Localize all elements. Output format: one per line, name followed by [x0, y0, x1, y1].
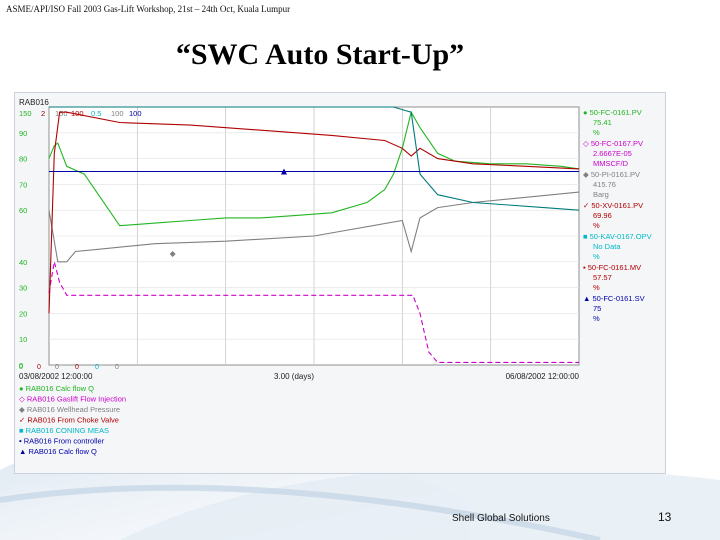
legend-entry: ▪ RAB016 From controller: [19, 437, 105, 446]
bottom-scale-label: 0: [19, 364, 23, 371]
trend-chart-panel: RAB016 150 2 150 100 0.5 100 100 90 80 70 60 40 30 2…: [14, 92, 666, 474]
legend-entry: ● RAB016 Calc flow Q: [19, 384, 94, 393]
legend-entry: ■ RAB016 CONING MEAS: [19, 426, 109, 435]
readout-tag: ◇ 50-FC-0167.PV: [583, 139, 643, 148]
top-scale-label: 2: [41, 109, 45, 118]
y-tick-label: 20: [19, 309, 27, 318]
bottom-scale-label: 0: [75, 364, 79, 371]
readout-unit: %: [593, 314, 600, 323]
legend-entry: ✓ RAB016 From Choke Valve: [19, 416, 119, 425]
legend-entry: ◇ RAB016 Gaslift Flow Injection: [19, 395, 126, 404]
y-tick-labels: 90 80 70 60 40 30 20 10 0: [19, 129, 27, 370]
page-number: 13: [658, 510, 672, 524]
readout-tag: ▪ 50-FC-0161.MV: [583, 263, 641, 272]
readout-tag: ■ 50-KAV-0167.OPV: [583, 232, 652, 241]
y-tick-label: 70: [19, 180, 27, 189]
readout-unit: %: [593, 252, 600, 261]
x-tick-labels: 03/08/2002 12:00:00 3.00 (days) 06/08/2002…: [19, 372, 580, 381]
x-tick-label: 06/08/2002 12:00:00: [506, 372, 580, 381]
top-scale-label: 100: [111, 109, 124, 118]
company-name: Shell Global Solutions: [452, 513, 550, 524]
chart-legend: ● RAB016 Calc flow Q ◇ RAB016 Gaslift Flo…: [19, 384, 126, 456]
y-tick-label: 60: [19, 206, 27, 215]
readout-value: 75.41: [593, 118, 612, 127]
readout-value: 69.96: [593, 211, 612, 220]
y-tick-label: 80: [19, 155, 27, 164]
slide-title: “SWC Auto Start-Up”: [175, 38, 465, 71]
y-tick-label: 30: [19, 284, 27, 293]
top-scale-labels: 150 2 150 100 0.5 100 100: [19, 109, 142, 118]
chart-tag-title: RAB016: [19, 98, 49, 107]
value-readout-panel: ● 50-FC-0161.PV75.41% ◇ 50-FC-0167.PV2.66…: [583, 108, 652, 323]
y-tick-label: 10: [19, 335, 27, 344]
readout-value: 57.57: [593, 273, 612, 282]
bottom-scale-label: 0: [55, 364, 59, 371]
legend-entry: ◆ RAB016 Wellhead Pressure: [19, 405, 120, 414]
readout-unit: %: [593, 128, 600, 137]
trend-chart: RAB016 150 2 150 100 0.5 100 100 9080706040302…: [19, 98, 652, 456]
top-scale-label: 150: [55, 109, 68, 118]
readout-value: 2.6667E-05: [593, 149, 632, 158]
readout-unit: Barg: [593, 190, 609, 199]
readout-value: 75: [593, 304, 601, 313]
top-scale-label: 100: [129, 109, 142, 118]
readout-unit: %: [593, 283, 600, 292]
top-scale-label: 150: [19, 109, 32, 118]
bottom-scale-label: 0: [37, 364, 41, 371]
bottom-scale-label: 0: [115, 364, 119, 371]
y-tick-label: 40: [19, 258, 27, 267]
readout-value: 415.76: [593, 180, 616, 189]
legend-entry: ▲ RAB016 Calc flow Q: [19, 447, 97, 456]
readout-tag: ▲ 50-FC-0161.SV: [583, 294, 645, 303]
readout-value: No Data: [593, 242, 621, 251]
bottom-scale-label: 0: [95, 364, 99, 371]
workshop-header: ASME/API/ISO Fall 2003 Gas-Lift Workshop…: [6, 4, 291, 14]
readout-unit: MMSCF/D: [593, 159, 629, 168]
readout-tag: ✓ 50-XV-0161.PV: [583, 201, 643, 210]
y-tick-label: 90: [19, 129, 27, 138]
x-tick-label: 3.00 (days): [274, 372, 314, 381]
readout-tag: ◆ 50-PI-0161.PV: [583, 170, 640, 179]
readout-unit: %: [593, 221, 600, 230]
readout-tag: ● 50-FC-0161.PV: [583, 108, 642, 117]
x-tick-label: 03/08/2002 12:00:00: [19, 372, 93, 381]
top-scale-label: 0.5: [91, 109, 101, 118]
